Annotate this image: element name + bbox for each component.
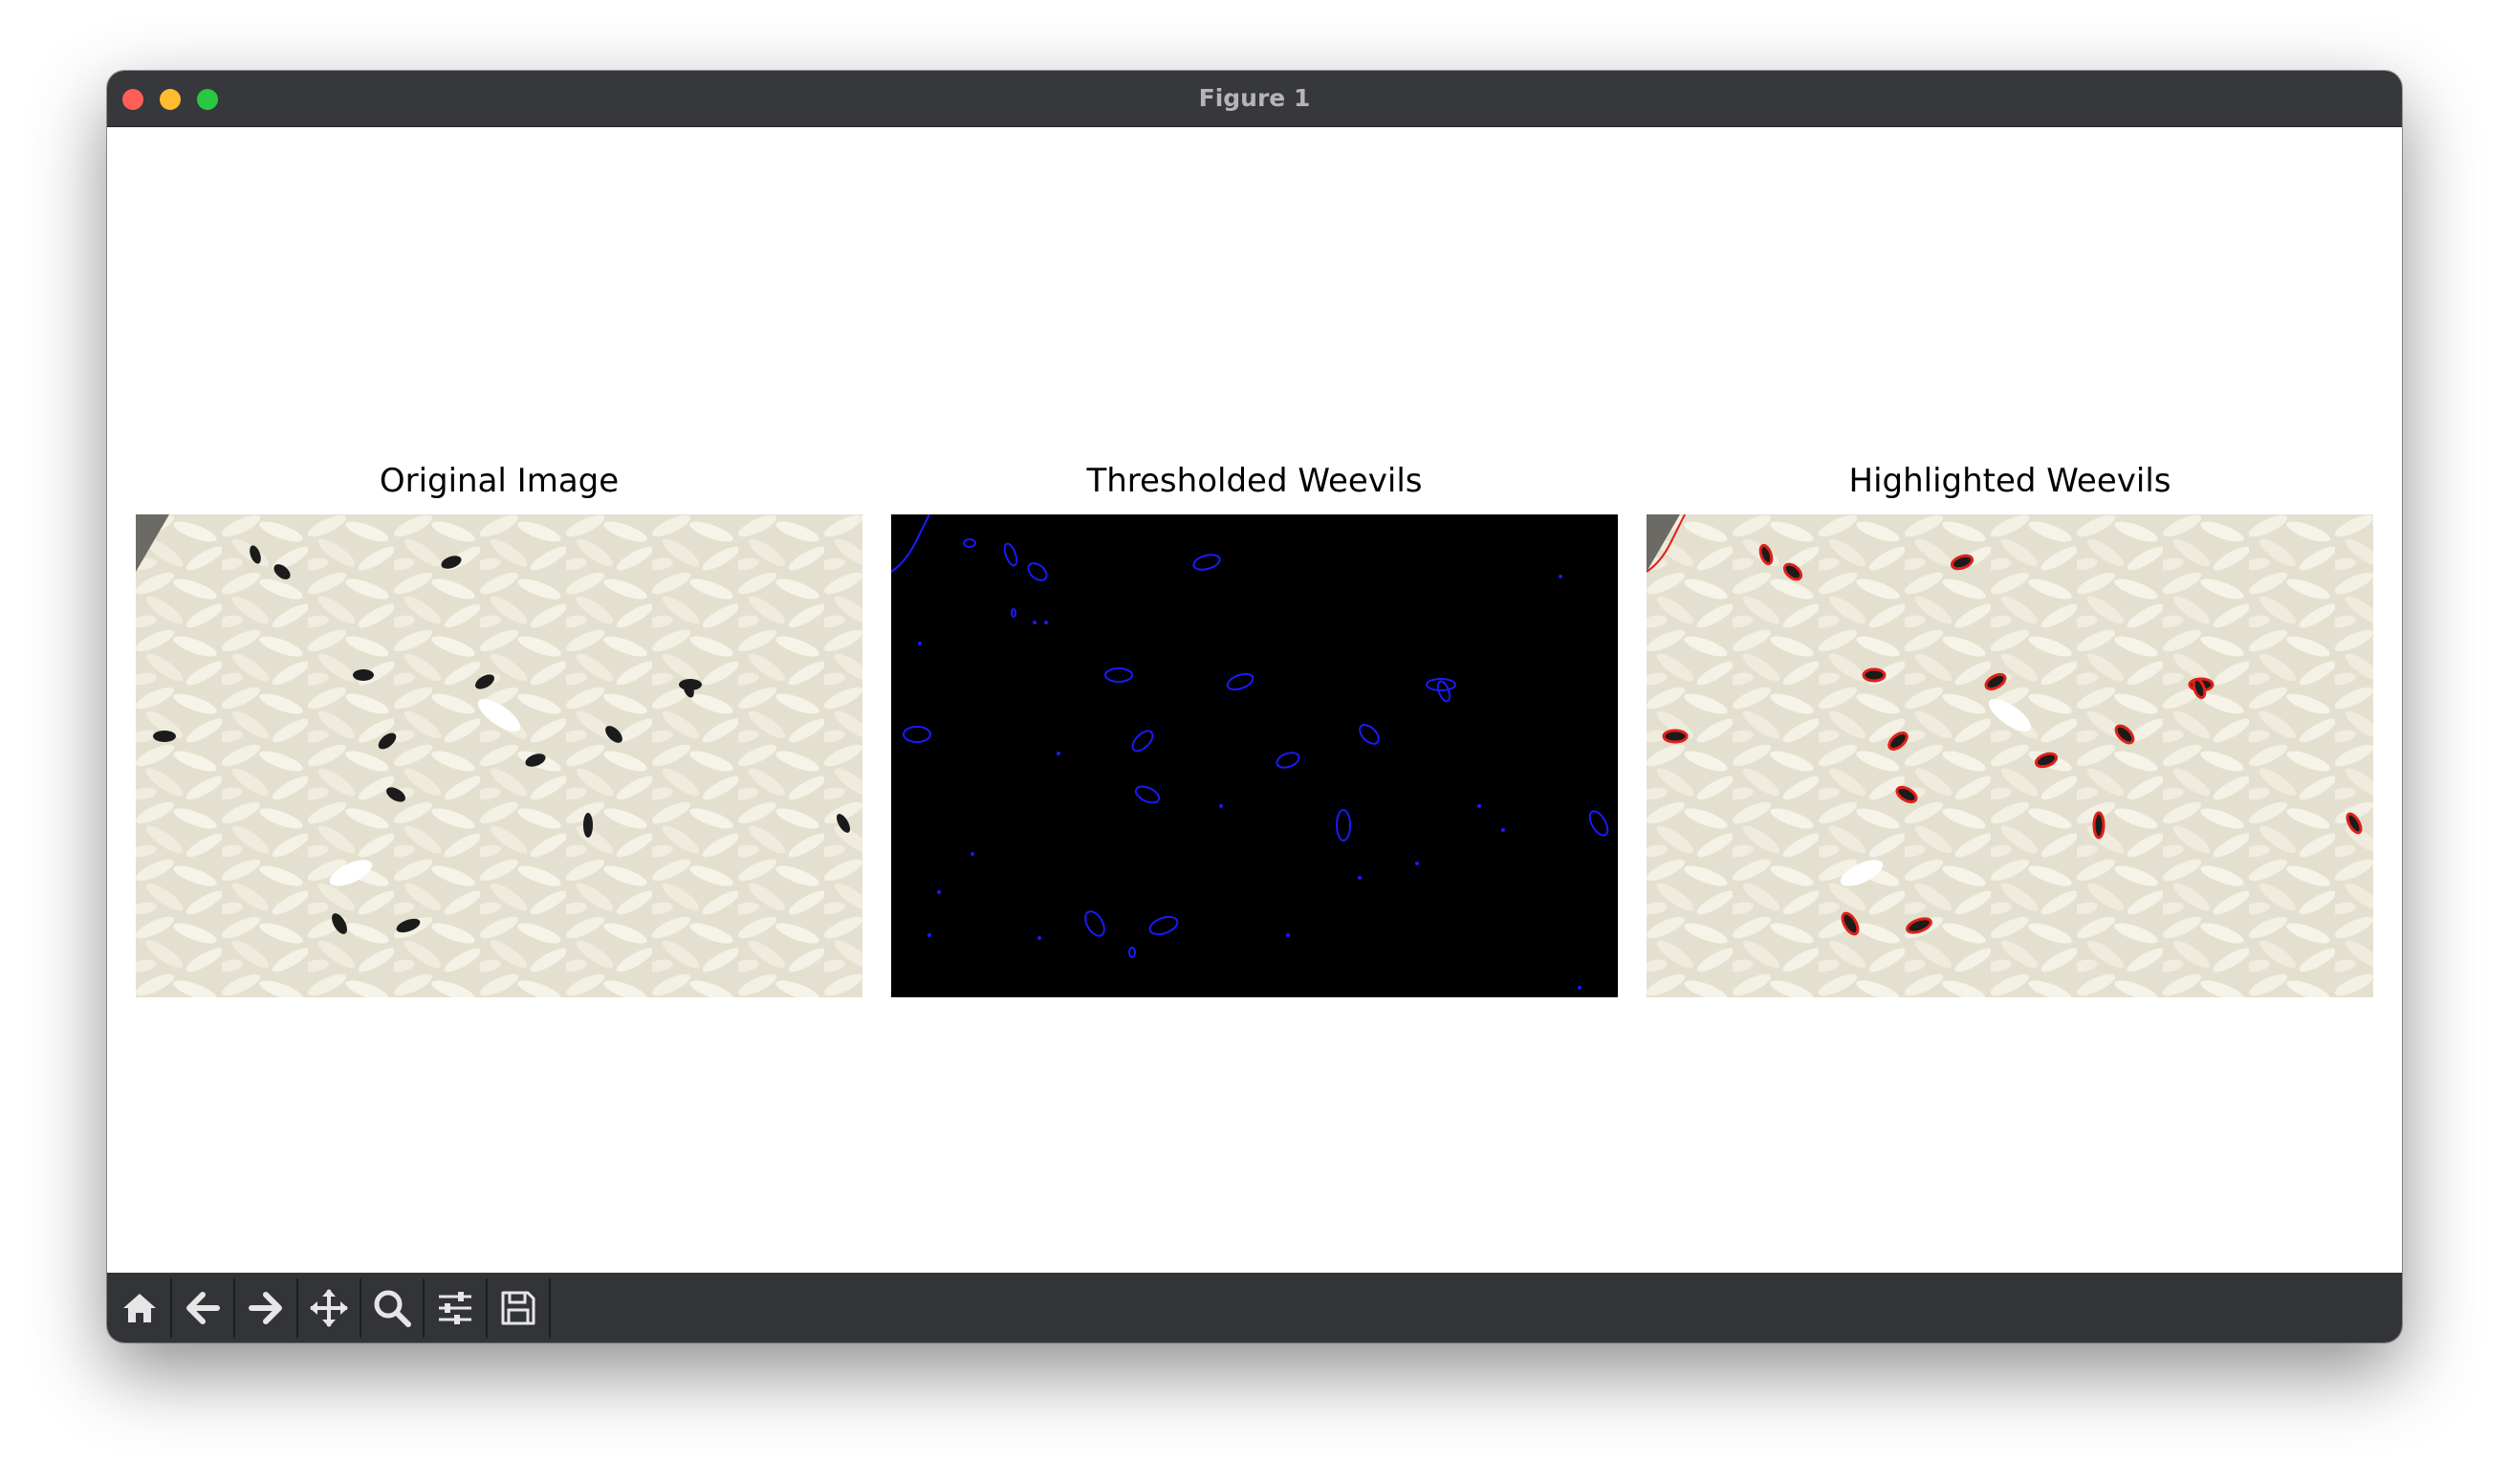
original-rice-image — [136, 514, 862, 997]
panel-title-thresholded: Thresholded Weevils — [1086, 462, 1423, 500]
panel-title-original: Original Image — [379, 462, 620, 500]
zoom-button[interactable] — [361, 1278, 425, 1338]
home-button[interactable] — [109, 1278, 172, 1338]
forward-button[interactable] — [235, 1278, 298, 1338]
figure-window: Figure 1 Original Image Thresholded Weev… — [107, 71, 2402, 1342]
move-icon — [310, 1289, 348, 1327]
magnifier-icon — [374, 1290, 411, 1327]
sliders-icon — [439, 1292, 471, 1324]
pan-button[interactable] — [298, 1278, 361, 1338]
figure-canvas[interactable]: Original Image Thresholded Weevils Highl… — [107, 127, 2402, 1272]
configure-subplots-button[interactable] — [425, 1278, 488, 1338]
highlighted-rice-image — [1647, 514, 2373, 997]
panel-title-highlighted: Highlighted Weevils — [1848, 462, 2171, 500]
home-icon — [123, 1294, 156, 1322]
back-button[interactable] — [172, 1278, 235, 1338]
thresholded-image-axes[interactable] — [891, 514, 1618, 997]
highlighted-image-axes[interactable] — [1647, 514, 2373, 997]
arrow-left-icon — [186, 1292, 220, 1324]
title-bar: Figure 1 — [107, 71, 2402, 127]
window-title: Figure 1 — [1198, 84, 1311, 112]
floppy-disk-icon — [501, 1291, 535, 1325]
thresholded-contours-image — [891, 514, 1618, 997]
original-image-axes[interactable] — [136, 514, 862, 997]
navigation-toolbar — [107, 1273, 2402, 1342]
arrow-right-icon — [249, 1292, 282, 1324]
save-button[interactable] — [488, 1278, 551, 1338]
